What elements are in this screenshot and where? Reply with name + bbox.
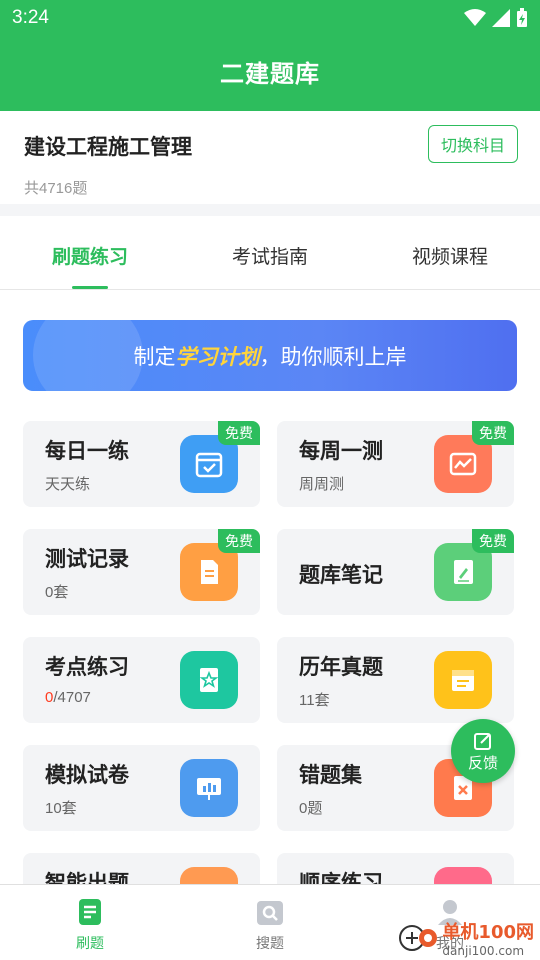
search-icon: [257, 901, 283, 925]
battery-icon: [517, 8, 527, 27]
free-badge: 免费: [218, 421, 260, 445]
practice-doc-icon: [79, 899, 101, 925]
signal-icon: [492, 9, 510, 27]
card-title: 考点练习: [45, 655, 129, 679]
card-title: 错题集: [299, 763, 362, 787]
watermark-brand: 单机100网: [442, 922, 534, 943]
feedback-button[interactable]: 反馈: [451, 719, 515, 783]
wifi-icon: [464, 9, 486, 26]
bottom-nav: 刷题 搜题 我的 单机100网 danji100.com: [0, 884, 540, 960]
card-subtitle: 0套: [45, 584, 69, 601]
order-icon: [434, 867, 492, 884]
nav-label: 搜题: [256, 936, 284, 952]
card-subtitle: 周周测: [299, 476, 345, 493]
study-plan-banner[interactable]: 制定 学习计划 ，助你顺利上岸: [23, 320, 517, 391]
tab-bar: 刷题练习 考试指南 视频课程: [0, 216, 540, 290]
tab-practice[interactable]: 刷题练习: [0, 216, 180, 289]
card-sequential-practice[interactable]: 顺序练习: [277, 853, 514, 884]
card-daily-practice[interactable]: 每日一练 天天练 免费: [23, 421, 260, 507]
main-content: 刷题练习 考试指南 视频课程 制定 学习计划 ，助你顺利上岸 每日一练 天天练 …: [0, 216, 540, 884]
smart-icon: [180, 867, 238, 884]
switch-subject-button[interactable]: 切换科目: [427, 125, 518, 163]
card-subtitle: 11套: [299, 692, 330, 709]
free-badge: 免费: [472, 529, 514, 553]
status-time: 3:24: [12, 7, 49, 28]
watermark-url: danji100.com: [442, 944, 525, 958]
question-count: 共4716题: [24, 180, 88, 197]
tab-exam-guide[interactable]: 考试指南: [180, 216, 360, 289]
card-mock-papers[interactable]: 模拟试卷 10套: [23, 745, 260, 831]
card-title: 顺序练习: [299, 871, 383, 884]
star-book-icon: [180, 651, 238, 709]
header-bar: 3:24 二建题库: [0, 0, 540, 111]
nav-label: 刷题: [76, 936, 104, 952]
status-bar: 3:24: [0, 0, 540, 36]
card-title: 测试记录: [45, 547, 129, 571]
card-title: 模拟试卷: [45, 763, 129, 787]
nav-search[interactable]: 搜题: [180, 885, 360, 960]
card-subtitle: 10套: [45, 800, 77, 817]
calendar-list-icon: [434, 651, 492, 709]
card-title: 智能出题: [45, 871, 129, 884]
card-weekly-test[interactable]: 每周一测 周周测 免费: [277, 421, 514, 507]
card-test-records[interactable]: 测试记录 0套 免费: [23, 529, 260, 615]
app-title: 二建题库: [220, 60, 320, 88]
presentation-icon: [180, 759, 238, 817]
card-title: 每周一测: [299, 439, 383, 463]
feedback-label: 反馈: [467, 753, 498, 772]
banner-suffix: ，助你顺利上岸: [259, 344, 407, 369]
card-title: 每日一练: [45, 439, 129, 463]
nav-practice[interactable]: 刷题: [0, 885, 180, 960]
card-past-exams[interactable]: 历年真题 11套: [277, 637, 514, 723]
card-progress: 0/4707: [45, 689, 91, 706]
card-title: 题库笔记: [299, 563, 383, 587]
watermark: 单机100网 danji100.com: [398, 918, 534, 958]
subject-panel: 建设工程施工管理 共4716题 切换科目: [0, 111, 540, 204]
banner-highlight: 学习计划: [175, 344, 260, 369]
watermark-logo-icon: [399, 925, 438, 951]
banner-decoration: [33, 320, 143, 391]
card-title: 历年真题: [299, 655, 383, 679]
card-question-notes[interactable]: 题库笔记 免费: [277, 529, 514, 615]
tab-video-course[interactable]: 视频课程: [360, 216, 540, 289]
card-subtitle: 天天练: [45, 476, 91, 493]
card-smart-questions[interactable]: 智能出题: [23, 853, 260, 884]
edit-icon: [474, 732, 491, 750]
free-badge: 免费: [218, 529, 260, 553]
free-badge: 免费: [472, 421, 514, 445]
card-key-points[interactable]: 考点练习 0/4707: [23, 637, 260, 723]
card-subtitle: 0题: [299, 800, 323, 817]
progress-total: /4707: [53, 689, 91, 706]
